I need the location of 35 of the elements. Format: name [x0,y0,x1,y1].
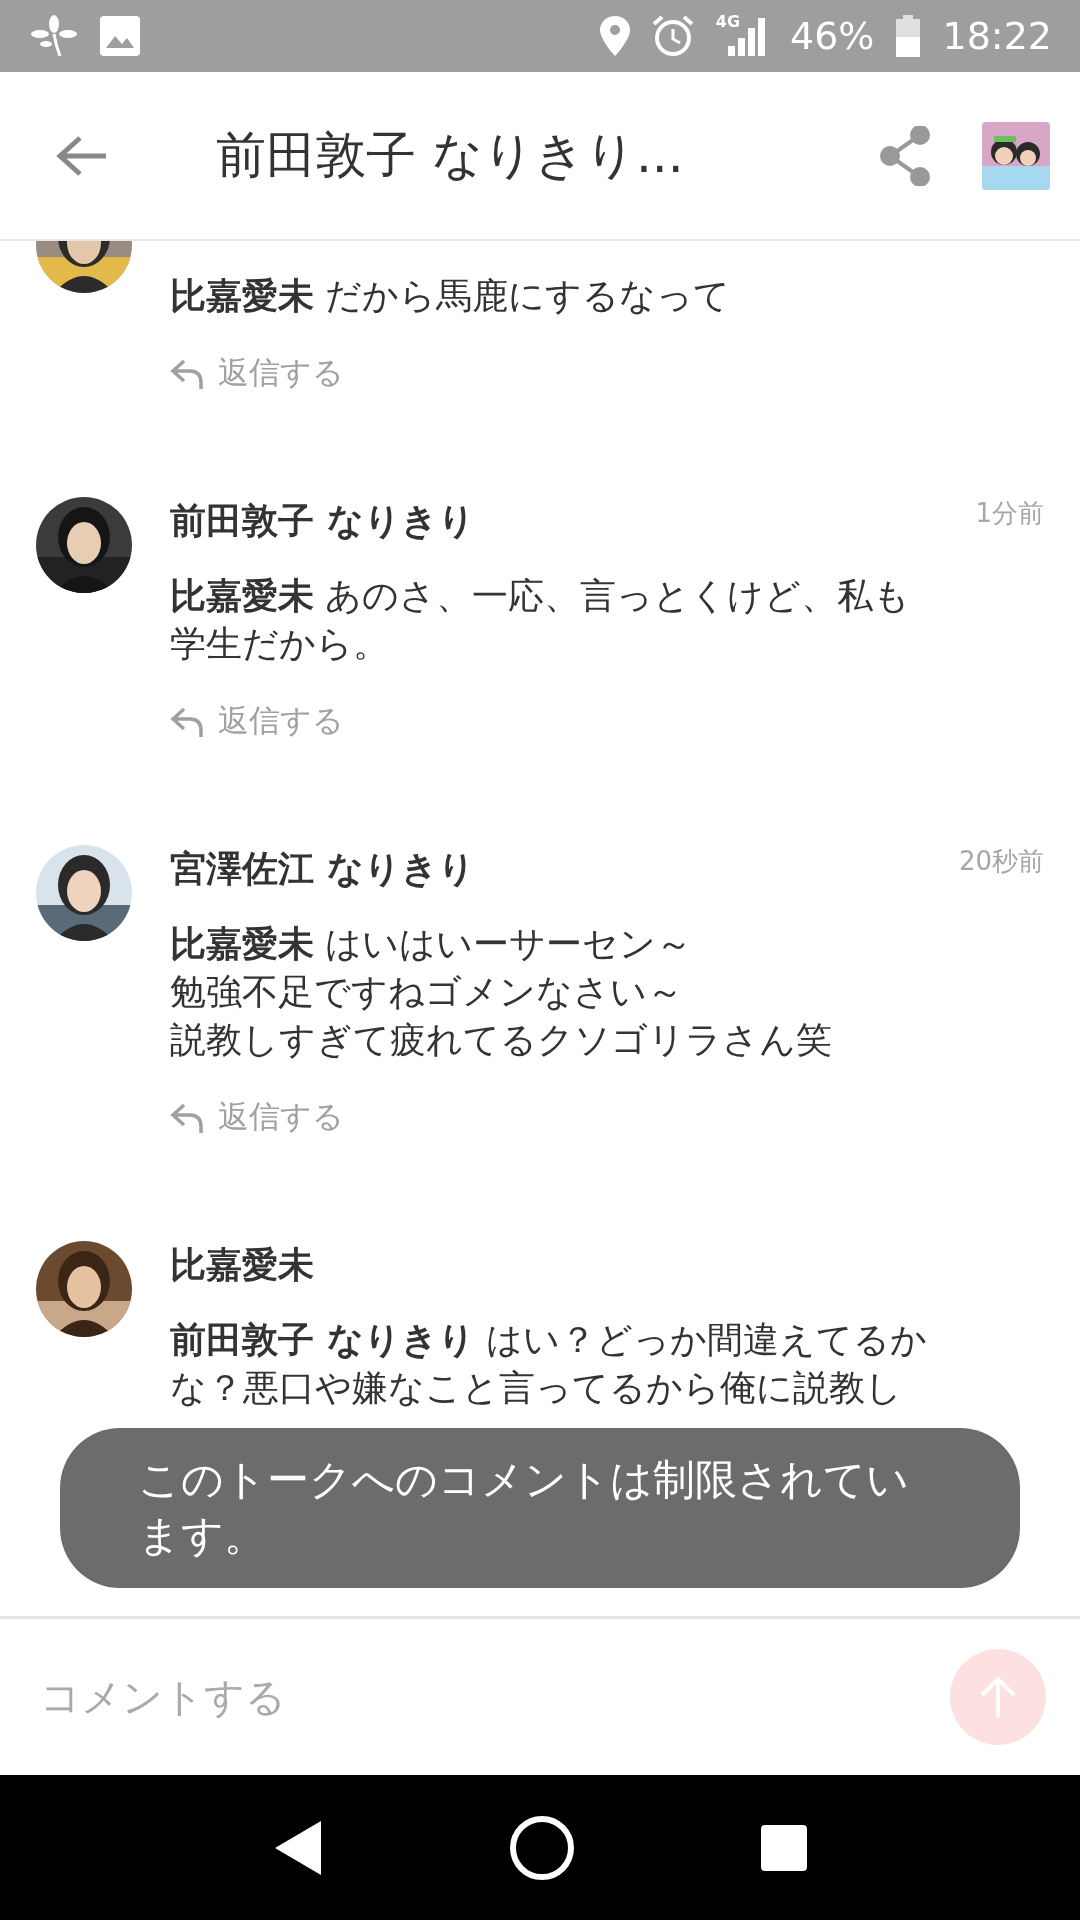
comment-text: 学生だから。 [170,622,389,666]
network-type-label: 4G [715,12,740,31]
author-name: 宮澤佐江 なりきり [170,847,475,891]
location-pin-icon [599,16,630,56]
home-circle-icon[interactable] [509,1814,575,1881]
comment-text: な？悪口や嫌なこと言ってるから俺に説教し [170,1366,902,1410]
reply-arrow-icon [170,357,204,389]
recents-square-icon[interactable] [761,1824,807,1871]
image-icon [100,16,140,56]
comment-text: 勉強不足ですねゴメンなさい～ [170,970,683,1014]
battery-percent: 46% [790,14,875,58]
reply-button[interactable]: 返信する [170,343,344,403]
reply-arrow-icon [170,1101,204,1133]
arrow-up-icon [978,1675,1018,1719]
comment-text: 比嘉愛未 だから馬鹿にするなって [170,274,731,318]
battery-icon [896,15,921,57]
flower-icon [30,14,78,58]
alarm-clock-icon [651,15,694,57]
comment-text: 前田敦子 なりきり はい？どっか間違えてるか [170,1318,927,1362]
share-button[interactable] [880,125,930,186]
author-name: 前田敦子 なりきり [170,499,475,543]
comment-text: 比嘉愛未 はいはいーサーセン～ [170,922,693,966]
restriction-toast: このトークへのコメントは制限されています。 [60,1428,1020,1588]
comment-time: 1分前 [975,497,1044,529]
back-button[interactable] [56,133,108,178]
reply-arrow-icon [170,705,204,737]
back-triangle-icon[interactable] [273,1818,323,1877]
comment-text: 説教しすぎて疲れてるクソゴリラさん笑 [170,1018,832,1062]
comment-text: 比嘉愛未 あのさ、一応、言っとくけど、私も [170,574,911,618]
clock-time: 18:22 [942,14,1052,58]
comment-time: 20秒前 [958,845,1044,877]
author-name: 比嘉愛未 [170,1243,314,1287]
reply-button[interactable]: 返信する [170,1087,344,1147]
reply-button[interactable]: 返信する [170,691,344,751]
talk-title: 前田敦子 なりきり... [216,125,685,186]
